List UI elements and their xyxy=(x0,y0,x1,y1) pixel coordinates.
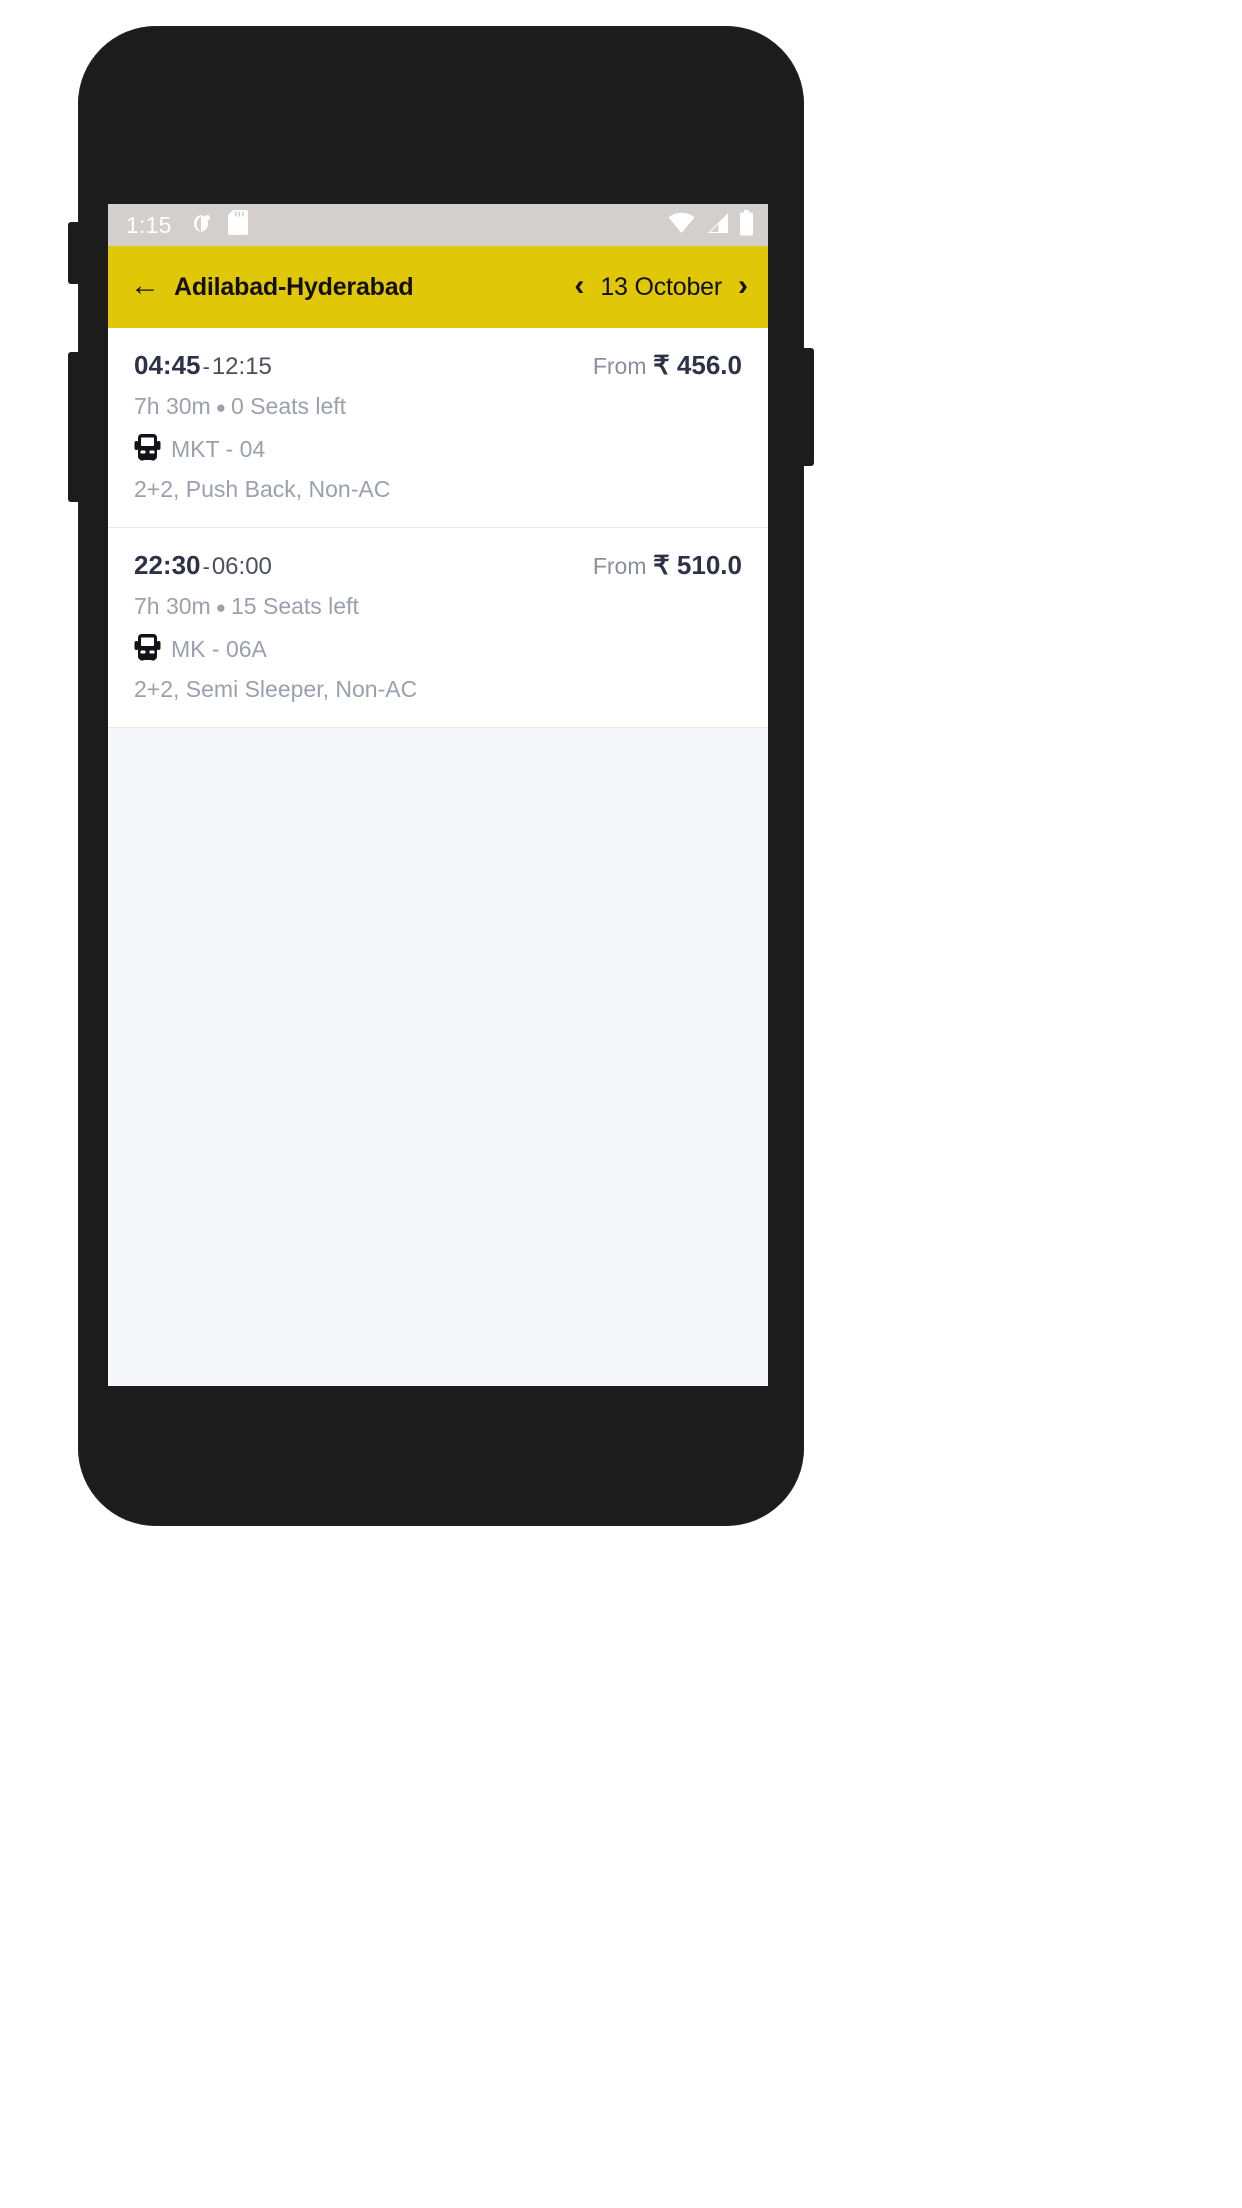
meta-separator-dot: ● xyxy=(215,597,226,617)
wifi-icon xyxy=(668,212,695,239)
price-prefix-label: From xyxy=(592,353,647,379)
card-header-row: 04:45-12:15 From ₹ 456.0 xyxy=(134,350,742,381)
power-button[interactable] xyxy=(802,348,814,466)
app-bar-left-group: ← Adilabad-Hyderabad xyxy=(130,270,414,302)
bus-amenities: 2+2, Semi Sleeper, Non-AC xyxy=(134,676,418,702)
volume-down-button[interactable] xyxy=(68,352,80,502)
trip-times: 04:45-12:15 xyxy=(134,350,272,381)
bus-operator-line: MKT - 04 xyxy=(134,433,742,466)
meta-separator-dot: ● xyxy=(215,397,226,417)
status-bar-right-icons xyxy=(668,209,754,241)
price-amount: ₹ 510.0 xyxy=(653,550,742,580)
battery-icon xyxy=(739,209,754,241)
bus-icon xyxy=(134,433,161,466)
table-row[interactable]: 22:30-06:00 From ₹ 510.0 7h 30m ● 15 Seats… xyxy=(108,528,768,728)
card-header-row: 22:30-06:00 From ₹ 510.0 xyxy=(134,550,742,581)
price-block: From ₹ 456.0 xyxy=(593,350,742,381)
back-arrow-icon[interactable]: ← xyxy=(130,270,160,301)
chevron-left-icon[interactable]: ‹ xyxy=(574,270,584,301)
sd-card-icon xyxy=(227,210,248,240)
bus-results-list[interactable]: 04:45-12:15 From ₹ 456.0 7h 30m ● 0 Seats … xyxy=(108,328,768,1386)
cellular-signal-icon xyxy=(705,212,729,239)
trip-duration: 7h 30m xyxy=(134,593,211,619)
time-separator: - xyxy=(202,354,210,379)
seats-left: 15 Seats left xyxy=(231,593,359,619)
bus-icon xyxy=(134,633,161,666)
arrival-time: 06:00 xyxy=(211,553,272,580)
status-bar: 1:15 xyxy=(108,204,768,246)
trip-times: 22:30-06:00 xyxy=(134,550,272,581)
price-prefix-label: From xyxy=(592,553,647,579)
bus-amenities: 2+2, Push Back, Non-AC xyxy=(134,476,391,502)
bus-operator-line: MK - 06A xyxy=(134,633,742,666)
trip-duration: 7h 30m xyxy=(134,393,211,419)
chevron-right-icon[interactable]: › xyxy=(738,270,748,301)
trip-meta-line: 7h 30m ● 15 Seats left xyxy=(134,593,742,620)
time-separator: - xyxy=(202,554,210,579)
arrival-time: 12:15 xyxy=(211,353,272,380)
selected-date-label[interactable]: 13 October xyxy=(600,273,722,302)
departure-time: 04:45 xyxy=(134,350,201,380)
departure-time: 22:30 xyxy=(134,550,201,580)
app-bar: ← Adilabad-Hyderabad ‹ 13 October › xyxy=(108,246,768,328)
alarm-icon xyxy=(190,211,214,240)
bus-name: MKT - 04 xyxy=(171,436,266,462)
volume-up-button[interactable] xyxy=(68,222,80,284)
date-selector: ‹ 13 October › xyxy=(574,270,748,302)
status-bar-left-icons xyxy=(190,210,248,240)
table-row[interactable]: 04:45-12:15 From ₹ 456.0 7h 30m ● 0 Seats … xyxy=(108,328,768,528)
route-title: Adilabad-Hyderabad xyxy=(174,272,414,301)
phone-screen: 1:15 ← Adilabad-Hyderabad ‹ 13 October ›… xyxy=(108,204,768,1386)
seats-left: 0 Seats left xyxy=(231,393,347,419)
phone-device-frame: 1:15 ← Adilabad-Hyderabad ‹ 13 October ›… xyxy=(68,26,814,1526)
trip-meta-line: 7h 30m ● 0 Seats left xyxy=(134,393,742,420)
bus-name: MK - 06A xyxy=(171,636,267,662)
price-amount: ₹ 456.0 xyxy=(653,350,742,380)
status-bar-clock: 1:15 xyxy=(126,211,172,238)
price-block: From ₹ 510.0 xyxy=(593,550,742,581)
